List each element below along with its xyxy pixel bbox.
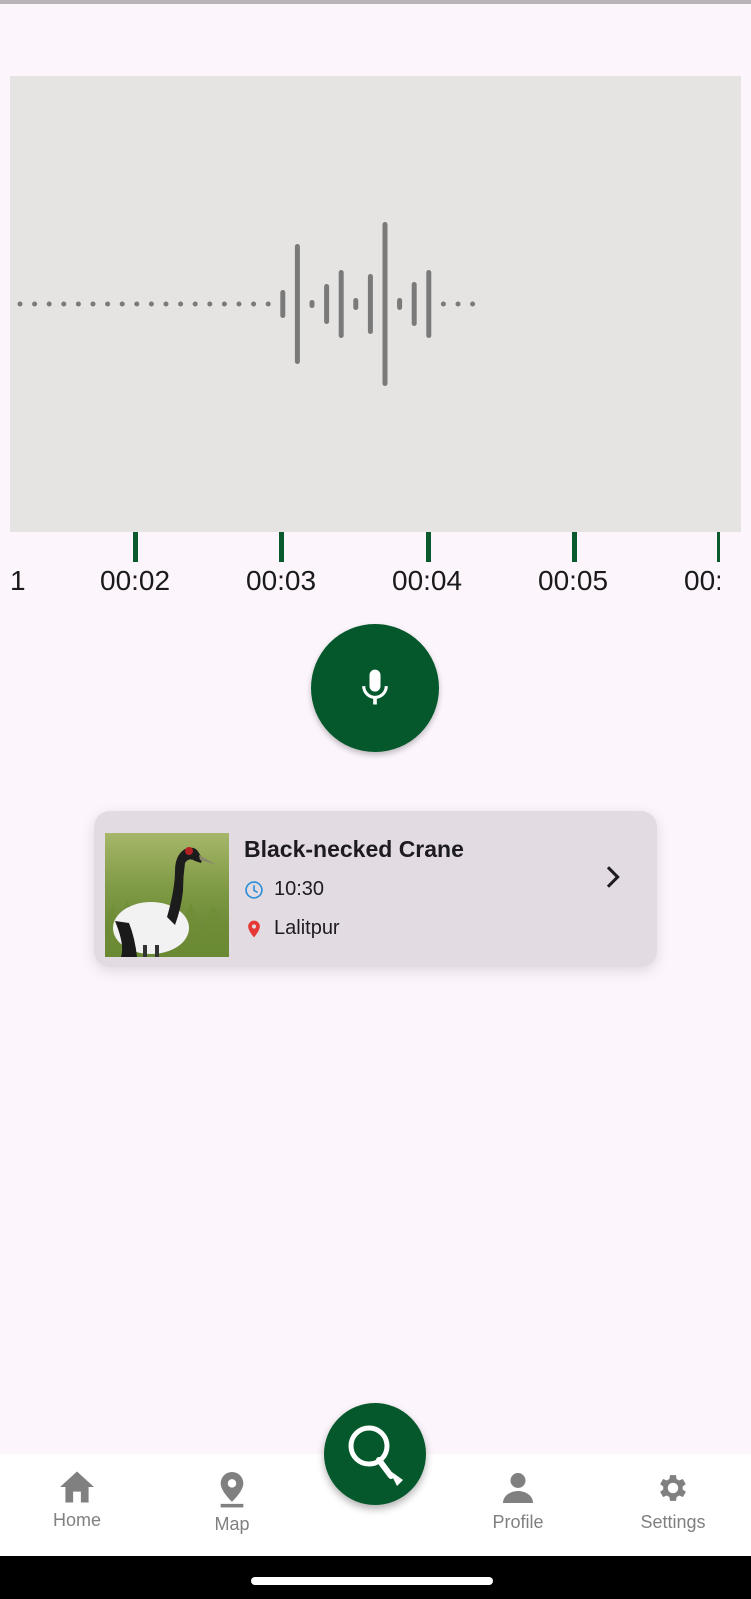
observation-time: 10:30 [244, 878, 324, 901]
waveform-bar [280, 290, 286, 318]
location-pin-icon [244, 919, 264, 939]
waveform-bar [440, 301, 446, 307]
waveform-bar [221, 301, 227, 307]
bird-thumbnail [105, 833, 229, 957]
top-divider [0, 0, 751, 4]
timeline-label: 1 [10, 565, 26, 596]
waveform-graph [17, 222, 476, 386]
waveform-bar [46, 301, 52, 307]
waveform-bar [207, 301, 213, 307]
waveform-bar [411, 282, 417, 326]
waveform-bar [75, 301, 81, 307]
bird-name: Black-necked Crane [244, 836, 464, 862]
waveform-bar [61, 301, 67, 307]
waveform-bar [382, 222, 388, 386]
waveform-bar [294, 244, 300, 364]
nav-item-settings[interactable]: Settings [613, 1470, 733, 1550]
waveform-bar [309, 300, 315, 308]
identification-result-card[interactable]: Black-necked Crane 10:30 Lalitpur [94, 811, 657, 967]
waveform-bar [134, 301, 140, 307]
microphone-icon [362, 669, 388, 705]
timeline-label: 00:02 [100, 565, 171, 596]
timeline-axis: 1 00:02 00:03 00:04 00:05 00: [0, 532, 720, 602]
search-icon [348, 1425, 403, 1486]
waveform-bar [353, 298, 359, 310]
nav-item-home[interactable]: Home [17, 1470, 137, 1550]
timeline-tick [717, 532, 720, 562]
time-text: 10:30 [274, 878, 325, 900]
timeline-label: 00:04 [392, 565, 463, 596]
nav-label-profile: Profile [492, 1512, 544, 1532]
timeline-tick [133, 532, 138, 562]
chevron-right-icon[interactable] [599, 863, 627, 891]
waveform-bar [470, 301, 476, 307]
timeline-tick [426, 532, 431, 562]
waveform-bar [338, 270, 344, 338]
waveform-bar [397, 298, 403, 310]
waveform-bar [426, 270, 432, 338]
home-icon [60, 1471, 94, 1503]
timeline-label: 00:05 [538, 565, 609, 596]
observation-location: Lalitpur [244, 917, 340, 940]
waveform-bar [236, 301, 242, 307]
home-indicator[interactable] [251, 1577, 493, 1585]
waveform-bar [119, 301, 125, 307]
nav-item-map[interactable]: Map [172, 1470, 292, 1550]
waveform-bar [90, 301, 96, 307]
identify-search-button[interactable] [324, 1403, 426, 1505]
waveform-bar [265, 301, 271, 307]
waveform-bar [105, 301, 111, 307]
gear-icon [660, 1475, 686, 1501]
waveform-bar [148, 301, 154, 307]
map-pin-icon [220, 1472, 244, 1508]
location-text: Lalitpur [274, 917, 340, 939]
clock-icon [244, 880, 264, 900]
waveform-bar [192, 301, 198, 307]
waveform-bar [324, 284, 330, 324]
waveform-bar [32, 301, 38, 307]
timeline-label: 00:03 [246, 565, 317, 596]
timeline-tick [572, 532, 577, 562]
nav-label-map: Map [214, 1514, 250, 1534]
person-icon [503, 1473, 533, 1503]
nav-item-profile[interactable]: Profile [458, 1470, 578, 1550]
waveform-panel [10, 76, 741, 532]
timeline-tick [279, 532, 284, 562]
nav-label-settings: Settings [640, 1512, 706, 1532]
waveform-bar [251, 301, 257, 307]
timeline-label: 00: [684, 565, 720, 596]
waveform-bar [17, 301, 23, 307]
record-button[interactable] [311, 624, 439, 752]
waveform-bar [178, 301, 184, 307]
waveform-bar [367, 274, 373, 334]
nav-label-home: Home [52, 1510, 101, 1530]
waveform-bar [455, 301, 461, 307]
waveform-bar [163, 301, 169, 307]
